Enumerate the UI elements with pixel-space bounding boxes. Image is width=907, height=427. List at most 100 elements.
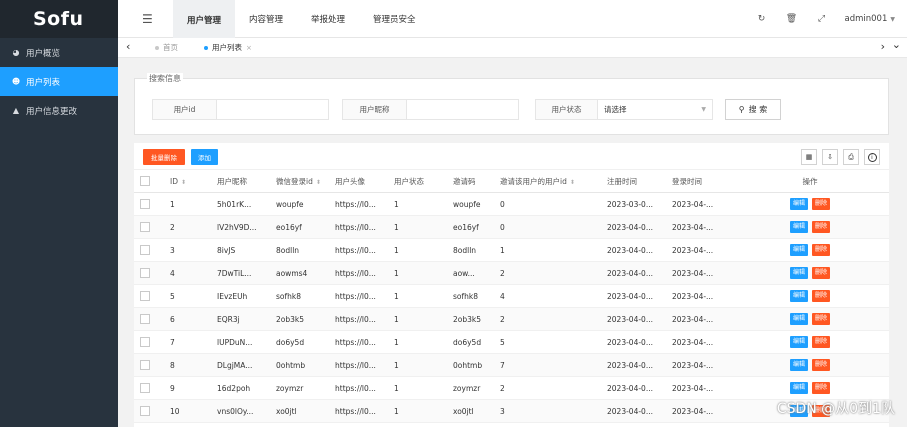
delete-button[interactable]: 删除 — [812, 313, 831, 325]
edit-button[interactable]: 编辑 — [789, 313, 808, 325]
nickname-field: 用户昵称 — [342, 99, 519, 120]
user-menu[interactable]: admin001 ▼ — [837, 14, 907, 24]
top-menu-item[interactable]: 管理员安全 — [359, 0, 430, 38]
sidebar-item[interactable]: ▲ 用户信息更改 — [0, 96, 118, 125]
delete-button[interactable]: 删除 — [812, 382, 831, 394]
refresh-icon[interactable]: ↻ — [747, 14, 777, 24]
actions-cell: 编辑 删除 — [731, 376, 889, 400]
table-cell: 7 — [494, 353, 601, 377]
sort-icon[interactable]: ⬍ — [570, 179, 575, 186]
delete-button[interactable]: 删除 — [812, 221, 831, 233]
edit-button[interactable]: 编辑 — [789, 290, 808, 302]
table-cell: woupfe — [270, 192, 329, 216]
row-checkbox[interactable] — [140, 314, 150, 324]
top-header: ☰ 用户管理 内容管理 举报处理 管理员安全 ↻ 🗑 ⤢ admin001 ▼ — [118, 0, 907, 38]
edit-button[interactable]: 编辑 — [789, 336, 808, 348]
top-menu-item[interactable]: 举报处理 — [297, 0, 359, 38]
tab-more-icon[interactable]: ⌄ — [892, 38, 901, 51]
edit-button[interactable]: 编辑 — [789, 221, 808, 233]
row-select-cell — [134, 307, 164, 331]
select-all-checkbox[interactable] — [140, 176, 150, 186]
edit-button[interactable]: 编辑 — [789, 244, 808, 256]
batch-delete-button[interactable]: 批量删除 — [143, 149, 185, 165]
top-menu-item[interactable]: 用户管理 — [173, 0, 236, 38]
fullscreen-icon[interactable]: ⤢ — [807, 14, 837, 24]
status-select-value: 请选择 — [604, 105, 627, 114]
watermark: CSDN @从0到1队 — [776, 401, 895, 417]
actions-cell: 编辑 删除 — [731, 307, 889, 331]
row-checkbox[interactable] — [140, 245, 150, 255]
column-header-label: 注册时间 — [607, 176, 637, 186]
user-id-input[interactable] — [217, 100, 328, 119]
sidebar-item[interactable]: ◕ 用户概览 — [0, 38, 118, 67]
table-cell: 5h01rK... — [211, 192, 270, 216]
table-cell: do6y5d — [270, 330, 329, 354]
edit-button[interactable]: 编辑 — [789, 198, 808, 210]
top-menu-item[interactable]: 内容管理 — [235, 0, 297, 38]
chevron-down-icon: ▼ — [890, 16, 895, 23]
column-header: 用户昵称 — [211, 169, 270, 193]
table-cell: EQR3j — [211, 307, 270, 331]
table-cell: 1 — [388, 192, 447, 216]
tab-scroll-left-icon[interactable]: ‹ — [126, 40, 130, 53]
table-cell: 2023-04-... — [666, 307, 731, 331]
table-row: 7 lUPDuN... do6y5d https://l0... 1 do6y5d 5 202… — [134, 330, 889, 354]
row-checkbox[interactable] — [140, 360, 150, 370]
delete-button[interactable]: 删除 — [812, 290, 831, 302]
table-cell: 2 — [494, 376, 601, 400]
table-cell: 2023-03-0... — [601, 192, 666, 216]
row-checkbox[interactable] — [140, 383, 150, 393]
tab-item[interactable]: 用户列表 × — [204, 42, 252, 53]
table-cell: 1 — [388, 261, 447, 285]
table-row: 9 16d2poh zoymzr https://l0... 1 zoymzr 2 2023-… — [134, 376, 889, 400]
table-cell: 2023-04-0... — [601, 284, 666, 308]
sidebar-item[interactable]: ☻ 用户列表 — [0, 67, 118, 96]
row-checkbox[interactable] — [140, 222, 150, 232]
table-cell: 2 — [494, 261, 601, 285]
row-select-cell — [134, 238, 164, 262]
table-cell: 9 — [164, 376, 211, 400]
nickname-input[interactable] — [407, 100, 518, 119]
tab-label: 用户列表 — [212, 43, 242, 52]
table-cell: do6y5d — [447, 330, 494, 354]
table-cell: 1 — [388, 238, 447, 262]
user-table-panel: 批量删除 添加 ▦ ⇩ ⎙ i ID ⬍ 用户昵称 微信登录id ⬍ 用户头像 用户状态 邀请码 邀请… — [134, 143, 889, 427]
delete-button[interactable]: 删除 — [812, 244, 831, 256]
row-select-cell — [134, 261, 164, 285]
column-header[interactable]: 微信登录id ⬍ — [270, 169, 329, 193]
trash-icon[interactable]: 🗑 — [777, 14, 807, 24]
edit-button[interactable]: 编辑 — [789, 267, 808, 279]
row-checkbox[interactable] — [140, 337, 150, 347]
column-header[interactable]: 邀请该用户的用户id ⬍ — [494, 169, 601, 193]
add-button[interactable]: 添加 — [191, 149, 218, 165]
tab-dot — [204, 45, 208, 50]
delete-button[interactable]: 删除 — [812, 359, 831, 371]
delete-button[interactable]: 删除 — [812, 336, 831, 348]
menu-toggle-icon[interactable]: ☰ — [142, 12, 153, 26]
tab-scroll-right-icon[interactable]: › — [881, 40, 885, 53]
row-checkbox[interactable] — [140, 268, 150, 278]
row-checkbox[interactable] — [140, 199, 150, 209]
search-button[interactable]: ⚲ 搜 索 — [725, 99, 781, 120]
print-button[interactable]: ⎙ — [843, 149, 859, 165]
edit-button[interactable]: 编辑 — [789, 359, 808, 371]
delete-button[interactable]: 删除 — [812, 267, 831, 279]
sort-icon[interactable]: ⬍ — [181, 179, 186, 186]
delete-button[interactable]: 删除 — [812, 198, 831, 210]
table-cell: 5 — [164, 284, 211, 308]
sort-icon[interactable]: ⬍ — [316, 179, 321, 186]
tab-item[interactable]: 首页 — [155, 42, 178, 53]
status-select[interactable]: 请选择 ▼ — [598, 100, 712, 119]
export-button[interactable]: ⇩ — [822, 149, 838, 165]
row-checkbox[interactable] — [140, 291, 150, 301]
table-cell: lV2hV9D... — [211, 215, 270, 239]
column-header: 登录时间 — [666, 169, 731, 193]
row-checkbox[interactable] — [140, 406, 150, 416]
edit-button[interactable]: 编辑 — [789, 382, 808, 394]
table-cell: https://l0... — [329, 284, 388, 308]
close-icon[interactable]: × — [246, 44, 252, 52]
info-button[interactable]: i — [864, 149, 880, 165]
table-cell: 2023-04-... — [666, 353, 731, 377]
columns-button[interactable]: ▦ — [801, 149, 817, 165]
column-header[interactable]: ID ⬍ — [164, 169, 211, 193]
